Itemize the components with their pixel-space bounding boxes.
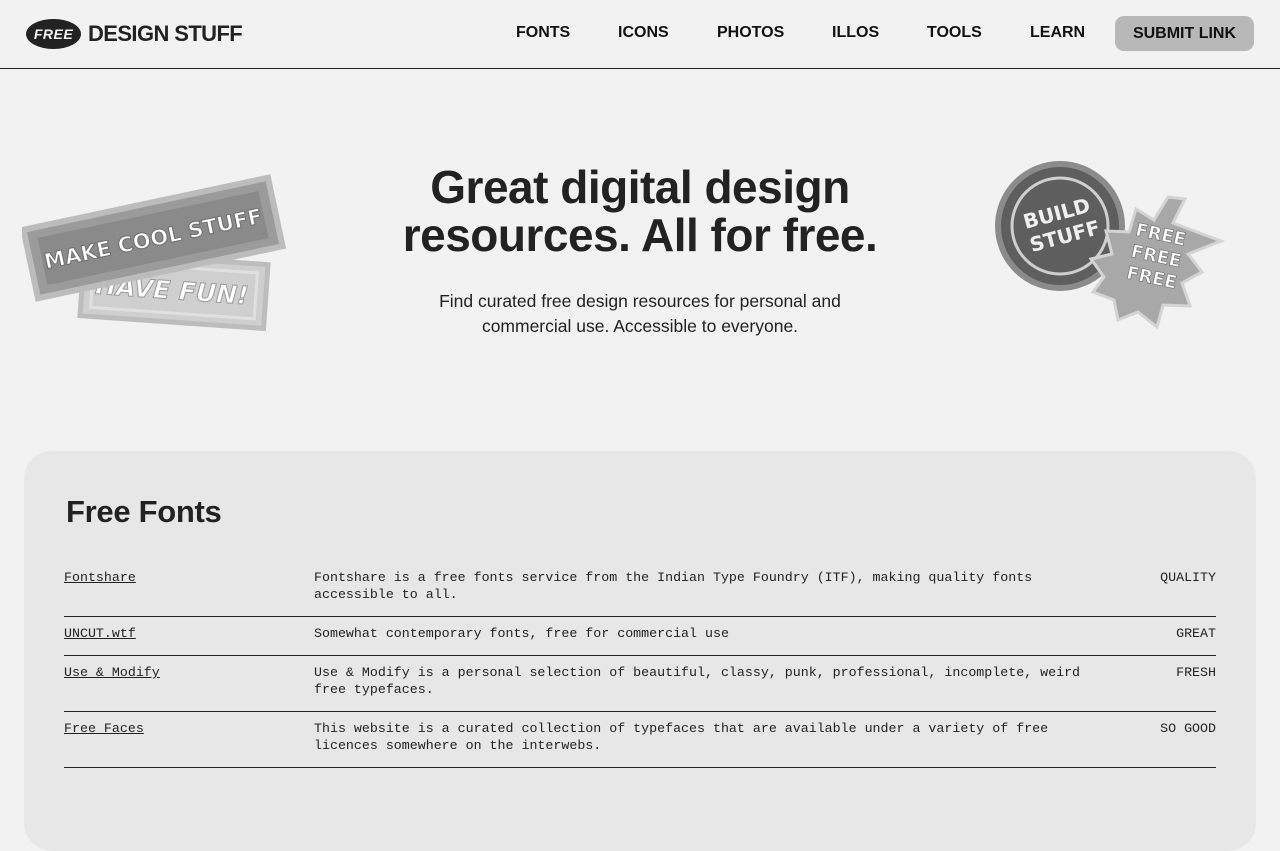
hero-title: Great digital design resources. All for …	[340, 163, 940, 259]
nav-photos[interactable]: PHOTOS	[717, 24, 784, 42]
site-logo[interactable]: FREE DESIGN STUFF	[26, 18, 243, 50]
list-item: Fontshare Fontshare is a free fonts serv…	[64, 561, 1216, 617]
resource-tag: GREAT	[1176, 626, 1216, 641]
nav-fonts[interactable]: FONTS	[516, 24, 570, 42]
nav-illos[interactable]: ILLOS	[832, 24, 879, 42]
resource-link[interactable]: Use & Modify	[64, 664, 160, 681]
logo-badge: FREE	[26, 19, 81, 49]
sticker-make-cool-stuff: HAVE FUN! MAKE COOL STUFF	[22, 174, 287, 332]
hero-title-line-1: Great digital design	[430, 161, 850, 213]
hero-subtitle-line-2: commercial use. Accessible to everyone.	[481, 316, 799, 336]
resource-description: This website is a curated collection of …	[314, 721, 1049, 753]
nav-tools[interactable]: TOOLS	[927, 24, 982, 42]
list-item: Free Faces This website is a curated col…	[64, 712, 1216, 768]
nav-learn[interactable]: LEARN	[1030, 24, 1085, 42]
resource-tag: SO GOOD	[1160, 721, 1216, 736]
list-item: UNCUT.wtf Somewhat contemporary fonts, f…	[64, 617, 1216, 656]
sticker-build-stuff: BUILD STUFF FREE FREE FREE	[995, 161, 1226, 330]
resource-description: Fontshare is a free fonts service from t…	[314, 570, 1033, 602]
submit-link-button[interactable]: SUBMIT LINK	[1115, 16, 1254, 51]
resource-link[interactable]: Fontshare	[64, 569, 136, 586]
resource-link[interactable]: UNCUT.wtf	[64, 625, 136, 642]
section-title: Free Fonts	[66, 494, 222, 529]
site-header: FREE DESIGN STUFF FONTS ICONS PHOTOS ILL…	[0, 0, 1280, 69]
nav-icons[interactable]: ICONS	[618, 24, 669, 42]
hero-title-line-2: resources. All for free.	[402, 209, 878, 261]
resource-link[interactable]: Free Faces	[64, 720, 144, 737]
hero-subtitle: Find curated free design resources for p…	[400, 289, 880, 339]
font-resource-list: Fontshare Fontshare is a free fonts serv…	[64, 561, 1216, 768]
list-item: Use & Modify Use & Modify is a personal …	[64, 656, 1216, 712]
hero-subtitle-line-1: Find curated free design resources for p…	[439, 291, 841, 311]
resource-description: Use & Modify is a personal selection of …	[314, 665, 1081, 697]
resource-tag: FRESH	[1176, 665, 1216, 680]
resource-description: Somewhat contemporary fonts, free for co…	[314, 626, 729, 641]
logo-text: DESIGN STUFF	[88, 21, 243, 46]
free-fonts-panel: Free Fonts Fontshare Fontshare is a free…	[24, 451, 1256, 851]
resource-tag: QUALITY	[1160, 570, 1216, 585]
